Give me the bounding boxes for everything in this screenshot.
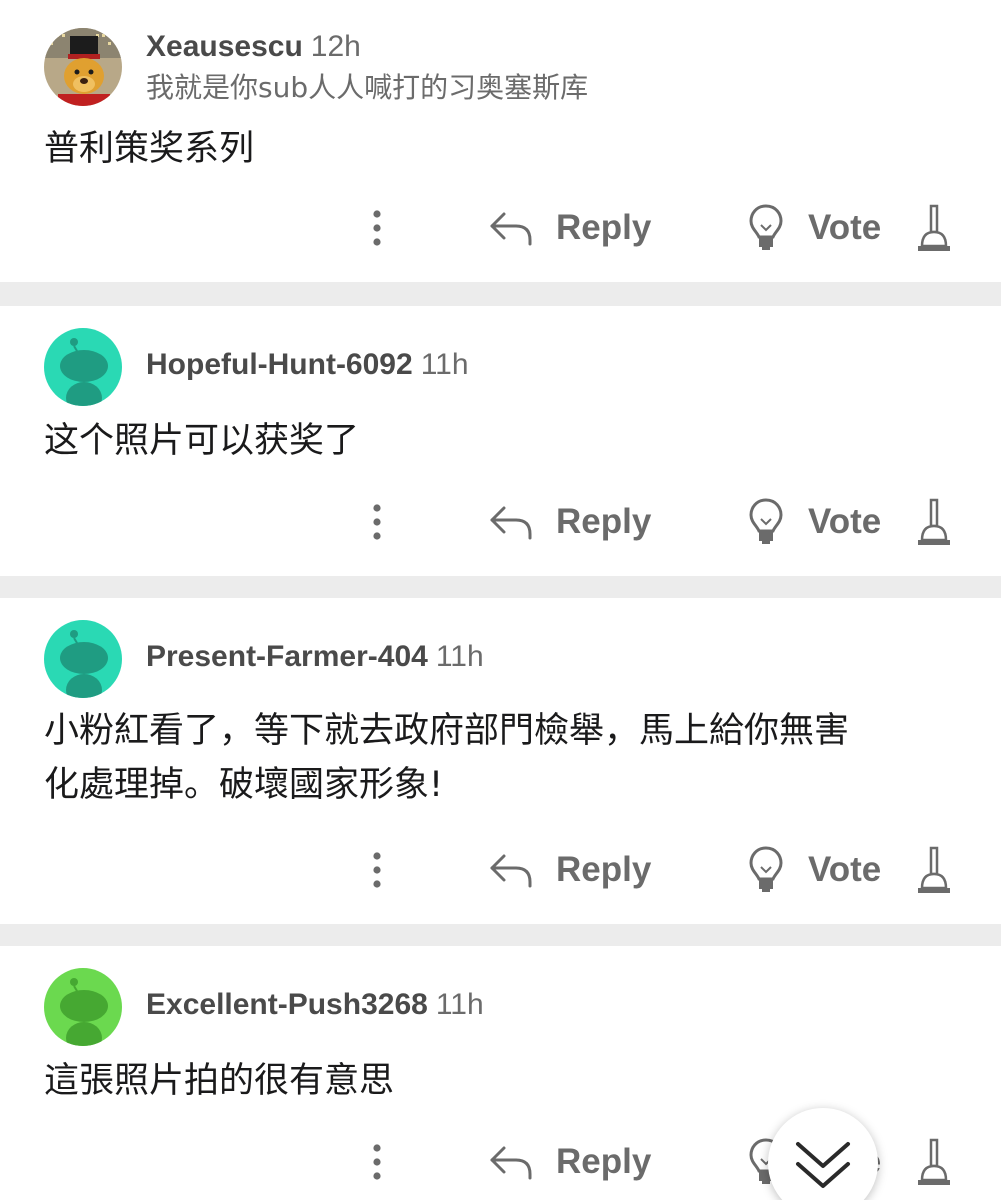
timestamp: 11h	[435, 640, 484, 673]
snoo-avatar-icon	[44, 328, 122, 406]
avatar[interactable]	[44, 620, 122, 698]
comment-body: 这个照片可以获奖了	[44, 414, 964, 468]
reply-button[interactable]: Reply	[556, 844, 651, 896]
comment-meta: Xeausescu 12h	[146, 30, 361, 64]
username[interactable]: Hopeful-Hunt-6092	[146, 348, 413, 381]
comment-meta: Present-Farmer-404 11h	[146, 640, 484, 674]
user-flair: 我就是你sub人人喊打的习奥塞斯库	[146, 71, 589, 104]
comment-actions: Reply Vote	[0, 492, 1001, 552]
reply-button[interactable]: Reply	[556, 1136, 651, 1188]
timestamp: 11h	[435, 988, 484, 1021]
comment-text-line: 小粉紅看了，等下就去政府部門檢舉，馬上給你無害	[44, 711, 850, 751]
vote-button[interactable]: Vote	[808, 496, 881, 548]
plunger-icon[interactable]	[912, 1136, 956, 1188]
username[interactable]: Present-Farmer-404	[146, 640, 428, 673]
pooh-avatar-icon	[44, 28, 122, 106]
snoo-avatar-icon	[44, 968, 122, 1046]
username[interactable]: Xeausescu	[146, 30, 303, 63]
reply-arrow-icon[interactable]	[488, 502, 534, 542]
plunger-icon[interactable]	[912, 202, 956, 254]
comment-text-line: 普利策奖系列	[44, 129, 255, 169]
avatar[interactable]	[44, 28, 122, 106]
comment-meta: Excellent-Push3268 11h	[146, 988, 484, 1022]
avatar[interactable]	[44, 328, 122, 406]
comment-card: Hopeful-Hunt-6092 11h 这个照片可以获奖了 Reply Vot…	[0, 306, 1001, 576]
comment-text-line: 这个照片可以获奖了	[44, 421, 360, 461]
reply-arrow-icon[interactable]	[488, 208, 534, 248]
snoo-avatar-icon	[44, 620, 122, 698]
reply-arrow-icon[interactable]	[488, 850, 534, 890]
comment-text-line: 這張照片拍的很有意思	[44, 1061, 395, 1101]
comment-actions: Reply Vote	[0, 198, 1001, 258]
plunger-icon[interactable]	[912, 496, 956, 548]
lightbulb-icon[interactable]	[746, 496, 786, 546]
comment-text-line: 化處理掉。破壞國家形象!	[44, 765, 444, 805]
vote-button[interactable]: Vote	[808, 202, 881, 254]
plunger-icon[interactable]	[912, 844, 956, 896]
timestamp: 12h	[310, 30, 361, 63]
timestamp: 11h	[420, 348, 469, 381]
comment-card: Present-Farmer-404 11h 小粉紅看了，等下就去政府部門檢舉，馬…	[0, 598, 1001, 924]
more-vertical-icon[interactable]	[362, 848, 392, 892]
comment-card: Xeausescu 12h 我就是你sub人人喊打的习奥塞斯库 普利策奖系列 Re…	[0, 0, 1001, 282]
reply-arrow-icon[interactable]	[488, 1142, 534, 1182]
lightbulb-icon[interactable]	[746, 202, 786, 252]
more-vertical-icon[interactable]	[362, 206, 392, 250]
comment-feed: Xeausescu 12h 我就是你sub人人喊打的习奥塞斯库 普利策奖系列 Re…	[0, 0, 1001, 1200]
comment-actions: Reply Vote	[0, 840, 1001, 900]
comment-meta: Hopeful-Hunt-6092 11h	[146, 348, 469, 382]
avatar[interactable]	[44, 968, 122, 1046]
more-vertical-icon[interactable]	[362, 1140, 392, 1184]
username[interactable]: Excellent-Push3268	[146, 988, 428, 1021]
reply-button[interactable]: Reply	[556, 202, 651, 254]
comment-body: 小粉紅看了，等下就去政府部門檢舉，馬上給你無害 化處理掉。破壞國家形象!	[44, 704, 964, 812]
reply-button[interactable]: Reply	[556, 496, 651, 548]
lightbulb-icon[interactable]	[746, 844, 786, 894]
double-chevron-down-icon	[796, 1142, 850, 1188]
more-vertical-icon[interactable]	[362, 500, 392, 544]
comment-body: 這張照片拍的很有意思	[44, 1054, 964, 1108]
vote-button[interactable]: Vote	[808, 844, 881, 896]
comment-body: 普利策奖系列	[44, 122, 964, 176]
